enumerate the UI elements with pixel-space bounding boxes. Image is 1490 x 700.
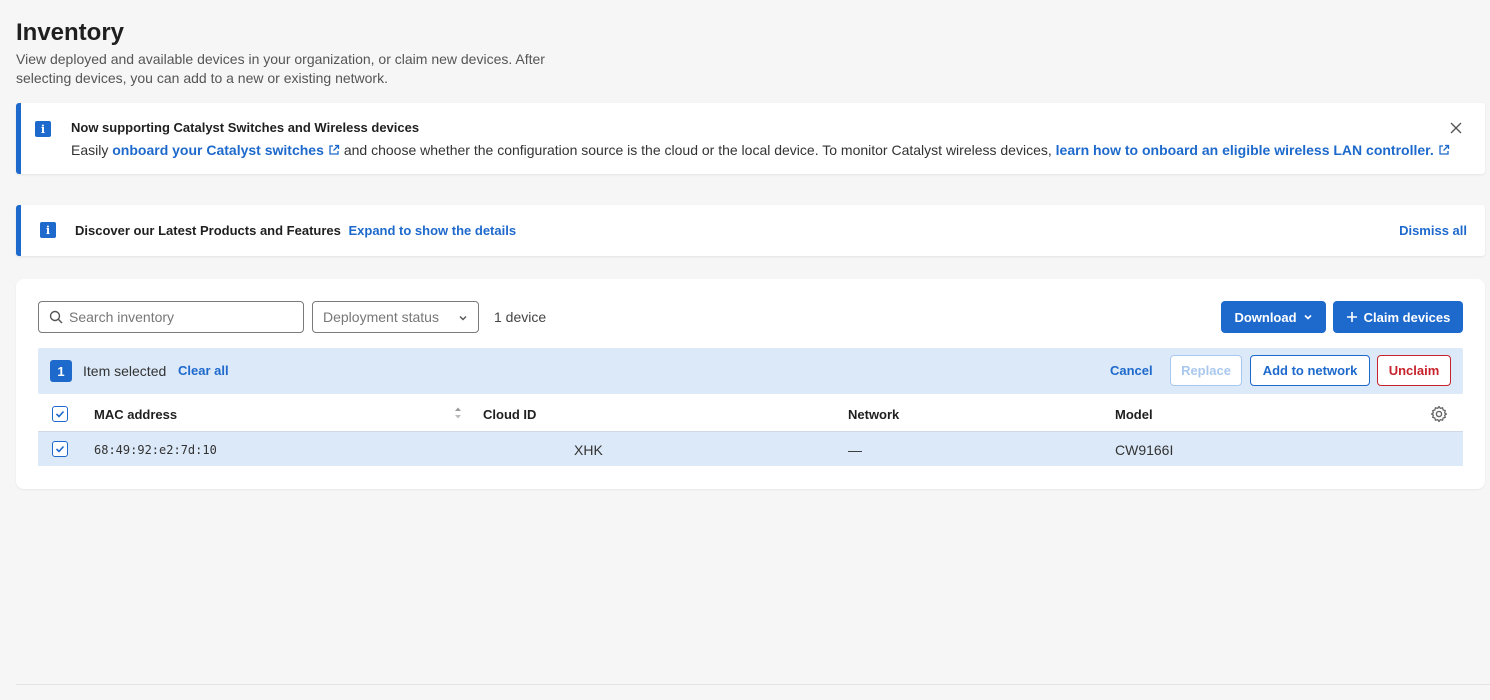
onboard-catalyst-switches-link[interactable]: onboard your Catalyst switches [112, 142, 324, 158]
info-icon: i [40, 222, 56, 238]
banner-title: Now supporting Catalyst Switches and Wir… [71, 120, 420, 135]
column-header-mac[interactable]: MAC address [94, 407, 177, 422]
column-header-network[interactable]: Network [848, 407, 899, 422]
claim-devices-label: Claim devices [1363, 309, 1451, 325]
download-label: Download [1234, 309, 1297, 325]
chevron-down-icon [459, 316, 467, 321]
replace-button[interactable]: Replace [1170, 355, 1242, 386]
discover-title: Discover our Latest Products and Feature… [75, 223, 516, 238]
checkmark-icon [55, 445, 65, 453]
add-to-network-button[interactable]: Add to network [1250, 355, 1370, 386]
catalyst-banner: i Now supporting Catalyst Switches and W… [16, 103, 1485, 174]
search-input[interactable] [69, 309, 289, 325]
sort-icon[interactable] [454, 406, 462, 420]
discover-banner: i Discover our Latest Products and Featu… [16, 205, 1485, 256]
plus-icon [1346, 312, 1357, 322]
column-header-model[interactable]: Model [1115, 407, 1153, 422]
cell-network: — [848, 442, 862, 458]
deployment-status-select[interactable]: Deployment status [312, 301, 479, 333]
clear-all-button[interactable]: Clear all [178, 363, 229, 378]
gear-icon[interactable] [1430, 405, 1448, 423]
cell-model: CW9166I [1115, 442, 1174, 458]
banner-text-middle: and choose whether the configuration sou… [343, 142, 1052, 158]
device-count: 1 device [494, 309, 547, 325]
checkmark-icon [55, 410, 65, 418]
unclaim-button[interactable]: Unclaim [1377, 355, 1451, 386]
table-row[interactable]: 68:49:92:e2:7d:10 XHK — CW9166I [38, 432, 1463, 466]
expand-details-link[interactable]: Expand to show the details [348, 223, 516, 238]
selection-bar: 1 Item selected Clear all Cancel Replace… [38, 348, 1463, 394]
close-icon[interactable] [1449, 121, 1463, 135]
footer-divider [16, 684, 1490, 685]
discover-title-text: Discover our Latest Products and Feature… [75, 223, 341, 238]
search-box[interactable] [38, 301, 304, 333]
banner-text-prefix: Easily [71, 142, 109, 158]
cell-cloud-id: XHK [574, 442, 603, 458]
page-title: Inventory [16, 19, 125, 46]
column-header-cloud-id[interactable]: Cloud ID [483, 407, 536, 422]
cancel-button[interactable]: Cancel [1110, 363, 1153, 378]
info-icon: i [35, 121, 51, 137]
dismiss-all-button[interactable]: Dismiss all [1399, 223, 1467, 238]
search-icon [49, 310, 63, 324]
cell-mac-address[interactable]: 68:49:92:e2:7d:10 [94, 443, 217, 457]
chevron-down-icon [1303, 314, 1312, 320]
external-link-icon [1439, 144, 1449, 155]
onboard-wlc-link[interactable]: learn how to onboard an eligible wireles… [1056, 142, 1434, 158]
selected-count-badge: 1 [50, 360, 72, 382]
select-all-checkbox[interactable] [52, 406, 68, 422]
deployment-status-label: Deployment status [323, 309, 439, 325]
download-button[interactable]: Download [1221, 301, 1326, 333]
selection-label: Item selected [83, 363, 167, 379]
banner-text: Easily onboard your Catalyst switches and… [71, 142, 1454, 158]
external-link-icon [329, 144, 340, 155]
claim-devices-button[interactable]: Claim devices [1333, 301, 1463, 333]
inventory-panel: Deployment status 1 device Download Clai… [16, 279, 1485, 489]
page-description: View deployed and available devices in y… [16, 51, 545, 86]
row-checkbox[interactable] [52, 441, 68, 457]
